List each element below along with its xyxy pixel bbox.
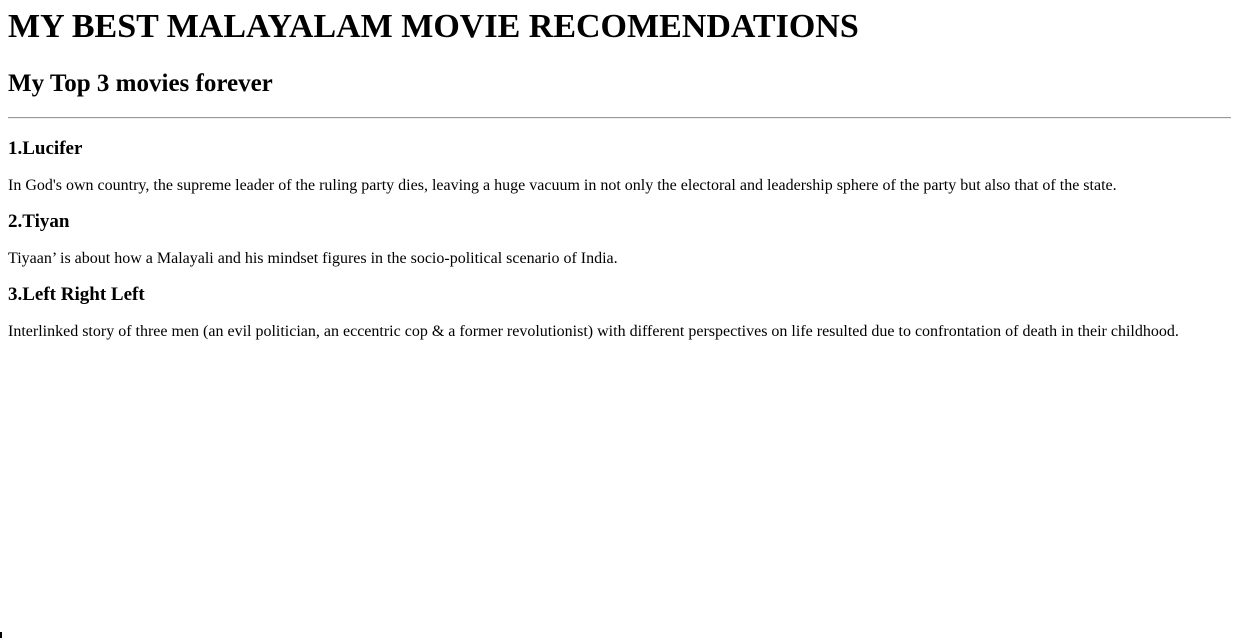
movie-heading: 3.Left Right Left (8, 284, 145, 305)
movie-item-tiyan: 2.Tiyan Tiyaan’ is about how a Malayali … (8, 211, 1231, 268)
movie-description: Tiyaan’ is about how a Malayali and his … (8, 250, 618, 267)
movie-description: Interlinked story of three men (an evil … (8, 323, 1179, 340)
movie-item-lucifer: 1.Lucifer In God's own country, the supr… (8, 138, 1231, 195)
movie-heading: 1.Lucifer (8, 138, 83, 159)
divider (8, 117, 1231, 119)
movie-description: In God's own country, the supreme leader… (8, 177, 1117, 194)
movie-heading: 2.Tiyan (8, 211, 70, 232)
page-title: MY BEST MALAYALAM MOVIE RECOMENDATIONS (8, 8, 859, 45)
movie-item-left-right-left: 3.Left Right Left Interlinked story of t… (8, 284, 1231, 341)
movie-list: 1.Lucifer In God's own country, the supr… (8, 138, 1231, 341)
page-subtitle: My Top 3 movies forever (8, 70, 273, 97)
window-corner-mark (0, 632, 5, 638)
